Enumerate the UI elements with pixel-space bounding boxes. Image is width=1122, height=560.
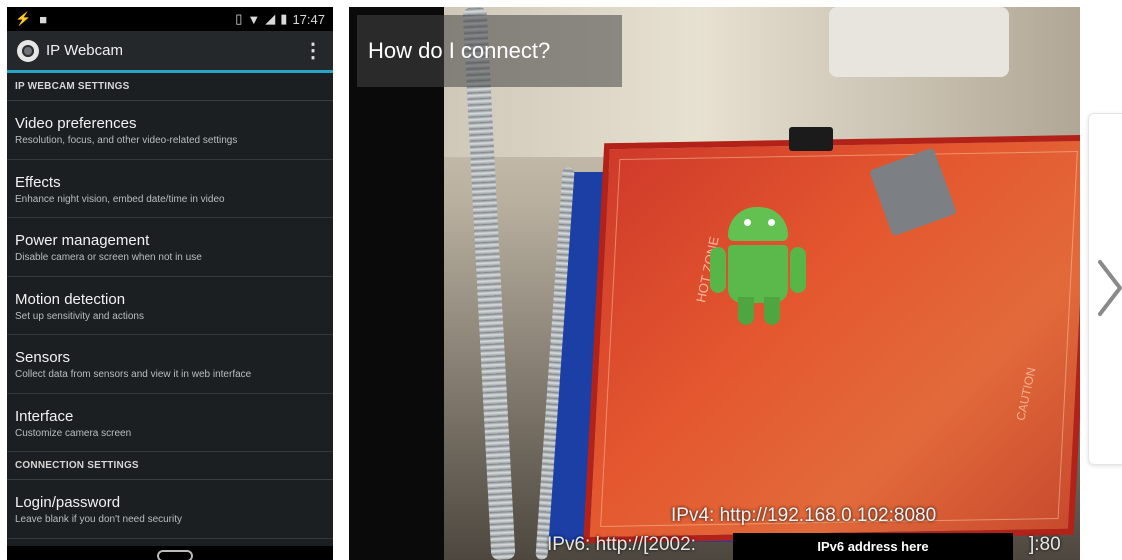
printer-holder (829, 7, 1009, 77)
pref-power-management[interactable]: Power management Disable camera or scree… (7, 218, 333, 277)
pref-subtitle: Customize camera screen (15, 427, 132, 439)
usb-icon: ⚡ (15, 11, 32, 26)
section-header-connection: CONNECTION SETTINGS (7, 452, 333, 480)
status-bar: ⚡ ■ ▯ ▼ ◢ ▮ 17:47 (7, 7, 333, 31)
android-arm (710, 247, 726, 293)
android-eye (744, 219, 751, 226)
pref-subtitle: Enhance night vision, embed date/time in… (15, 193, 225, 205)
notification-icon: ■ (39, 11, 48, 27)
android-figure (710, 197, 812, 337)
android-leg (738, 297, 754, 325)
how-to-connect-banner[interactable]: How do I connect? (357, 15, 622, 87)
overflow-menu-icon[interactable]: ⋮ (303, 41, 323, 61)
pref-subtitle: Resolution, focus, and other video-relat… (15, 135, 238, 146)
ipv6-port-suffix: ]:80 (1029, 534, 1061, 555)
status-time: 17:47 (292, 11, 325, 27)
pref-subtitle: Leave blank if you don't need security (15, 514, 183, 525)
chevron-right-icon[interactable] (1094, 258, 1122, 318)
pref-effects[interactable]: Effects Enhance night vision, embed date… (7, 160, 333, 218)
pref-subtitle: Set up sensitivity and actions (15, 310, 144, 322)
app-title: IP Webcam (46, 42, 123, 59)
pref-title: Sensors (15, 349, 71, 366)
pref-title: Power management (15, 232, 150, 249)
phone-screenshot: ⚡ ■ ▯ ▼ ◢ ▮ 17:47 IP Webcam ⋮ IP WEBCAM … (7, 7, 333, 560)
navigation-bar (7, 546, 333, 560)
pref-interface[interactable]: Interface Customize camera screen (7, 394, 333, 452)
pref-video-preferences[interactable]: Video preferences Resolution, focus, and… (7, 101, 333, 160)
pref-subtitle: Disable camera or screen when not in use (15, 252, 202, 263)
binder-clip (789, 127, 833, 151)
ipv6-address-prefix: IPv6: http://[2002: (547, 534, 696, 555)
signal-icon: ◢ (265, 11, 276, 26)
pref-motion-detection[interactable]: Motion detection Set up sensitivity and … (7, 277, 333, 335)
section-header-ip-webcam: IP WEBCAM SETTINGS (7, 73, 333, 101)
camera-preview: HOT ZONE CAUTION How do I connect? IPv4:… (349, 7, 1080, 560)
android-eye (768, 219, 775, 226)
android-body (728, 245, 788, 303)
pref-login-password[interactable]: Login/password Leave blank if you don't … (7, 480, 333, 539)
pref-title: Motion detection (15, 290, 126, 308)
ipv6-address-label: IPv6 address here (733, 533, 1013, 560)
android-leg (764, 297, 780, 325)
home-button-icon[interactable] (157, 550, 193, 560)
pref-title: Interface (15, 407, 74, 425)
heated-bed (583, 134, 1080, 544)
pref-sensors[interactable]: Sensors Collect data from sensors and vi… (7, 335, 333, 394)
pref-subtitle: Collect data from sensors and view it in… (15, 369, 252, 380)
app-bar: IP Webcam ⋮ (7, 31, 333, 73)
pref-title: Video preferences (15, 115, 137, 132)
vibrate-icon: ▯ (235, 11, 243, 26)
battery-icon: ▮ (280, 11, 288, 26)
pref-title: Effects (15, 173, 61, 191)
wifi-icon: ▼ (247, 11, 261, 27)
ipv4-address: IPv4: http://192.168.0.102:8080 (671, 505, 937, 526)
pref-title: Login/password (15, 494, 121, 511)
webcam-logo-icon (17, 39, 39, 62)
preview-dark-edge (349, 7, 444, 560)
android-arm (790, 247, 806, 293)
android-head (728, 207, 788, 241)
